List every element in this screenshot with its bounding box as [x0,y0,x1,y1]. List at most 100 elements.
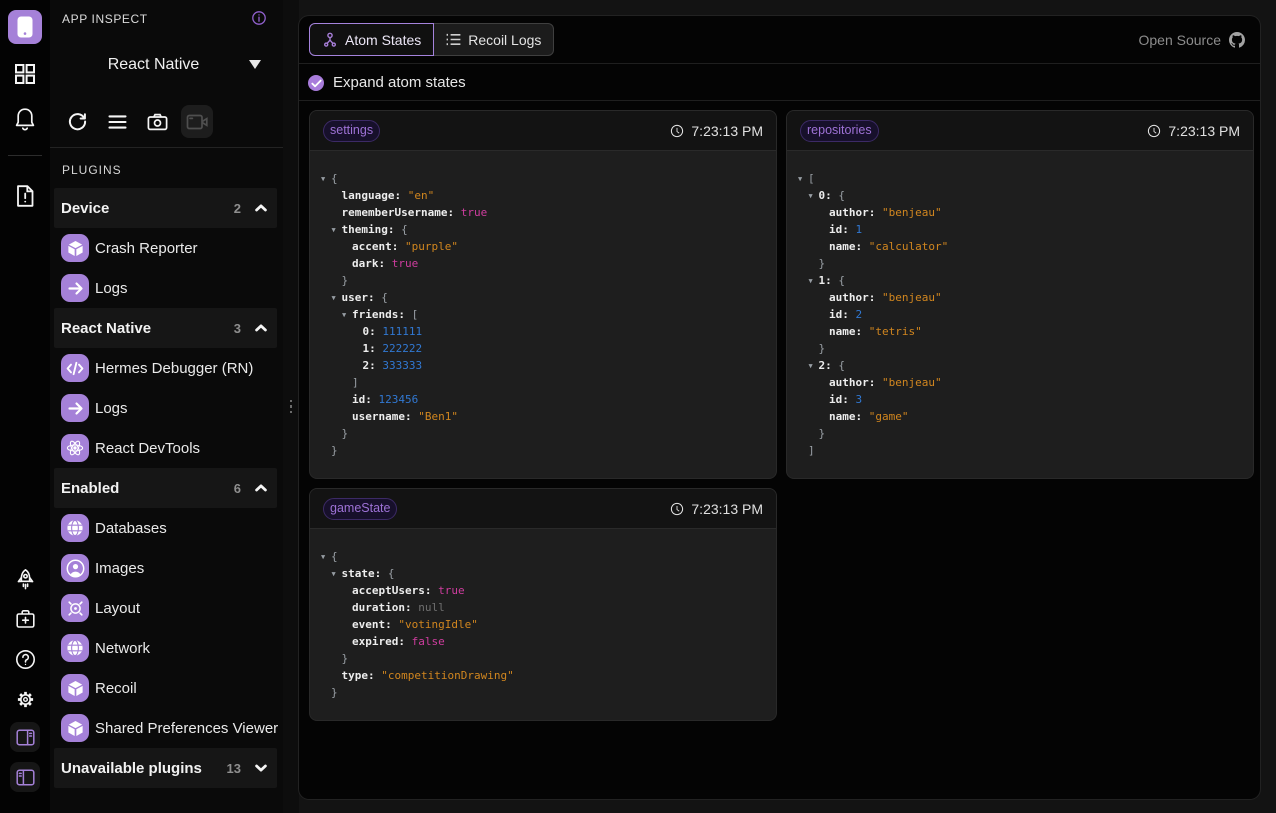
expand-triangle-icon[interactable]: ▼ [342,307,352,324]
drag-dot [289,399,293,403]
json-line[interactable]: rememberUsername: true [321,204,762,221]
video-camera-icon[interactable] [181,105,213,138]
plugin-group-header[interactable]: Enabled 6 [54,468,277,508]
json-line[interactable]: event: "votingIdle" [321,616,762,633]
json-line[interactable]: 1: 222222 [321,340,762,357]
sidebar-resize-handle[interactable] [283,0,299,813]
expand-triangle-icon[interactable]: ▼ [321,171,331,188]
json-line[interactable]: ▼ 2: { [798,357,1239,374]
tab-atom-states[interactable]: Atom States [309,23,435,56]
info-circle-icon[interactable] [252,11,266,25]
json-line[interactable]: } [321,425,762,442]
doctor-bag-icon[interactable] [10,604,40,634]
sidebar: APP INSPECT React Native PLUGINS Device 2… [50,0,283,813]
expand-triangle-icon[interactable]: ▼ [321,549,331,566]
list-icon [446,33,461,46]
tab-recoil-logs[interactable]: Recoil Logs [433,23,555,56]
expand-triangle-icon[interactable]: ▼ [332,290,342,307]
json-line[interactable]: } [798,255,1239,272]
gear-icon[interactable] [10,684,40,714]
json-line[interactable]: language: "en" [321,187,762,204]
plugin-group-header[interactable]: React Native 3 [54,308,277,348]
sidebar-item-network[interactable]: Network [50,628,283,668]
json-line[interactable]: ▼ friends: [ [321,306,762,323]
json-line[interactable]: id: 2 [798,306,1239,323]
json-line[interactable]: acceptUsers: true [321,582,762,599]
json-line[interactable]: accent: "purple" [321,238,762,255]
json-line[interactable]: name: "tetris" [798,323,1239,340]
expand-triangle-icon[interactable]: ▼ [332,222,342,239]
json-line[interactable]: ▼{ [321,548,762,565]
expand-atom-states-checkbox[interactable] [308,75,324,91]
json-line[interactable]: ▼ 0: { [798,187,1239,204]
json-line[interactable]: 0: 111111 [321,323,762,340]
expand-triangle-icon[interactable]: ▼ [809,273,819,290]
json-line[interactable]: } [321,684,762,701]
json-line[interactable]: dark: true [321,255,762,272]
json-line[interactable]: ▼ state: { [321,565,762,582]
group-label: Unavailable plugins [61,759,202,777]
bell-icon[interactable] [10,104,40,134]
json-line[interactable]: username: "Ben1" [321,408,762,425]
plugin-group-header[interactable]: Unavailable plugins 13 [54,748,277,788]
expand-triangle-icon[interactable]: ▼ [798,171,808,188]
plugin-label: Logs [95,399,128,417]
json-line[interactable]: } [798,340,1239,357]
json-line[interactable]: id: 3 [798,391,1239,408]
json-line[interactable]: type: "competitionDrawing" [321,667,762,684]
app-phone-icon[interactable] [8,10,42,44]
sidebar-item-logs[interactable]: Logs [50,388,283,428]
json-line[interactable]: ▼{ [321,170,762,187]
json-line[interactable]: duration: null [321,599,762,616]
plugin-group-header[interactable]: Device 2 [54,188,277,228]
json-line[interactable]: id: 1 [798,221,1239,238]
expand-triangle-icon[interactable]: ▼ [332,566,342,583]
sidebar-item-recoil[interactable]: Recoil [50,668,283,708]
json-line[interactable]: ▼ user: { [321,289,762,306]
sidebar-item-hermes-debugger-rn-[interactable]: Hermes Debugger (RN) [50,348,283,388]
refresh-icon[interactable] [61,105,93,138]
sidebar-item-crash-reporter[interactable]: Crash Reporter [50,228,283,268]
json-line[interactable]: name: "game" [798,408,1239,425]
json-line[interactable]: id: 123456 [321,391,762,408]
cube-icon [61,674,89,702]
open-source-link[interactable]: Open Source [1139,16,1245,64]
json-line[interactable]: author: "benjeau" [798,289,1239,306]
json-line[interactable]: 2: 333333 [321,357,762,374]
expand-triangle-icon[interactable]: ▼ [809,188,819,205]
json-line[interactable]: } [798,425,1239,442]
sidebar-item-react-devtools[interactable]: React DevTools [50,428,283,468]
target-icon [61,594,89,622]
json-line[interactable]: expired: false [321,633,762,650]
sidebar-item-logs[interactable]: Logs [50,268,283,308]
sidebar-item-databases[interactable]: Databases [50,508,283,548]
json-line[interactable]: ▼ theming: { [321,221,762,238]
globe-icon [61,634,89,662]
json-line[interactable]: } [321,442,762,459]
json-line[interactable]: ▼[ [798,170,1239,187]
menu-icon[interactable] [101,105,133,138]
json-line[interactable]: } [321,650,762,667]
group-count: 13 [226,760,241,776]
sidebar-item-images[interactable]: Images [50,548,283,588]
question-circle-icon[interactable] [10,644,40,674]
json-line[interactable]: ▼ 1: { [798,272,1239,289]
sidebar-item-layout[interactable]: Layout [50,588,283,628]
file-exclamation-icon[interactable] [10,181,40,211]
json-line[interactable]: author: "benjeau" [798,374,1239,391]
panel-left-icon[interactable] [10,762,40,792]
camera-icon[interactable] [141,105,173,138]
panel-right-icon[interactable] [10,722,40,752]
json-line[interactable]: author: "benjeau" [798,204,1239,221]
sidebar-item-shared-preferences-viewer[interactable]: Shared Preferences Viewer [50,708,283,748]
caret-down-icon[interactable] [249,60,261,69]
json-line[interactable]: ] [321,374,762,391]
apps-grid-icon[interactable] [10,59,40,89]
expand-triangle-icon[interactable]: ▼ [809,358,819,375]
json-line[interactable]: } [321,272,762,289]
app-selector[interactable]: React Native [50,56,257,74]
drag-dot [289,410,293,414]
json-line[interactable]: ] [798,442,1239,459]
json-line[interactable]: name: "calculator" [798,238,1239,255]
rocket-icon[interactable] [10,564,40,594]
